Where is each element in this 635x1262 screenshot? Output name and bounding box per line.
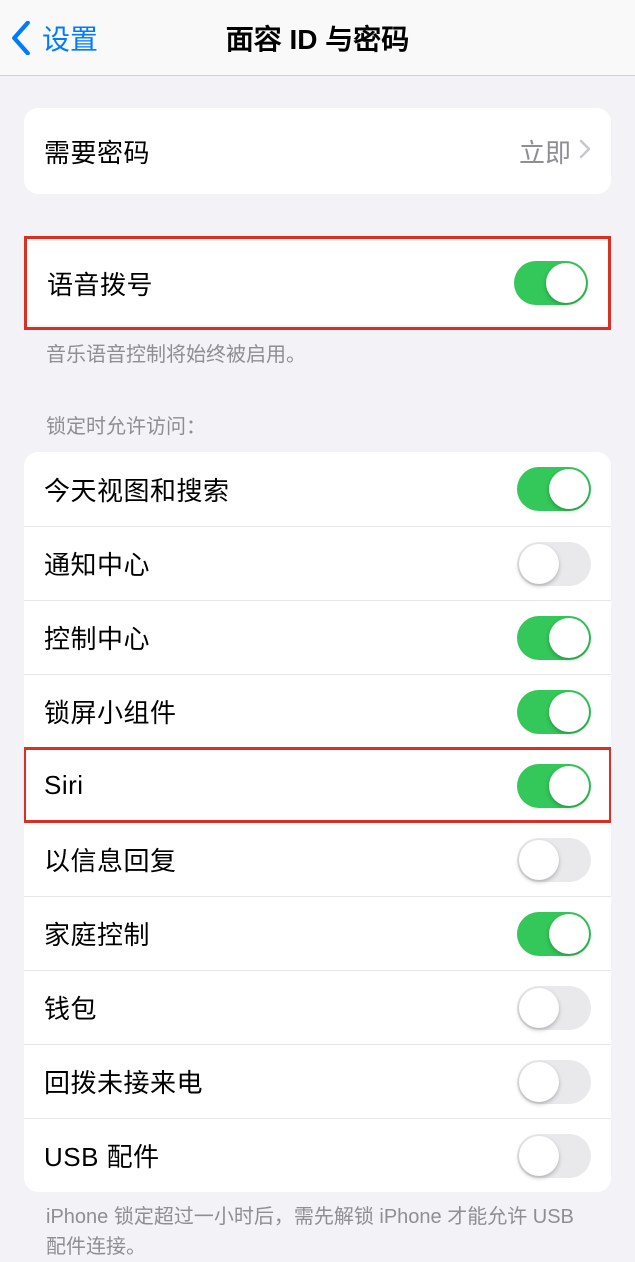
row-locked-access-4: Siri (24, 748, 611, 822)
row-locked-access-6: 家庭控制 (24, 896, 611, 970)
row-locked-access-3: 锁屏小组件 (24, 674, 611, 748)
section-voice-dial: 语音拨号 音乐语音控制将始终被启用。 (24, 236, 611, 370)
locked-access-label: 控制中心 (44, 619, 150, 656)
row-locked-access-5: 以信息回复 (24, 822, 611, 896)
locked-access-toggle[interactable] (517, 542, 591, 586)
voice-dial-footer: 音乐语音控制将始终被启用。 (24, 330, 611, 370)
locked-access-header: 锁定时允许访问： (24, 412, 611, 452)
locked-access-label: 以信息回复 (44, 841, 177, 878)
chevron-left-icon (10, 21, 32, 55)
locked-access-label: 钱包 (44, 989, 97, 1026)
locked-access-label: 通知中心 (44, 545, 150, 582)
locked-access-footer: iPhone 锁定超过一小时后，需先解锁 iPhone 才能允许 USB 配件连… (24, 1192, 611, 1262)
section-passcode: 需要密码 立即 (24, 108, 611, 194)
locked-access-toggle[interactable] (517, 616, 591, 660)
locked-access-label: 锁屏小组件 (44, 693, 177, 730)
voice-dial-toggle[interactable] (514, 261, 588, 305)
row-locked-access-2: 控制中心 (24, 600, 611, 674)
locked-access-toggle[interactable] (517, 986, 591, 1030)
locked-access-toggle[interactable] (517, 467, 591, 511)
chevron-right-icon (579, 136, 591, 167)
highlight-voice-dial: 语音拨号 (24, 236, 611, 330)
row-locked-access-8: 回拨未接来电 (24, 1044, 611, 1118)
group-passcode: 需要密码 立即 (24, 108, 611, 194)
group-voice-dial: 语音拨号 (27, 241, 608, 325)
require-passcode-value: 立即 (519, 133, 571, 170)
row-locked-access-0: 今天视图和搜索 (24, 452, 611, 526)
group-locked-access: 今天视图和搜索通知中心控制中心锁屏小组件 Siri 以信息回复家庭控制钱包回拨未接来… (24, 452, 611, 1192)
nav-bar: 设置 面容 ID 与密码 (0, 0, 635, 76)
voice-dial-label: 语音拨号 (47, 265, 153, 302)
locked-access-label: USB 配件 (44, 1137, 160, 1174)
back-label: 设置 (42, 18, 98, 58)
row-voice-dial: 语音拨号 (27, 241, 608, 325)
locked-access-toggle[interactable] (517, 838, 591, 882)
section-locked-access: 锁定时允许访问： 今天视图和搜索通知中心控制中心锁屏小组件 Siri 以信息回复家庭… (24, 412, 611, 1262)
row-locked-access-7: 钱包 (24, 970, 611, 1044)
locked-access-label: Siri (44, 770, 84, 801)
row-locked-access-1: 通知中心 (24, 526, 611, 600)
row-require-passcode[interactable]: 需要密码 立即 (24, 108, 611, 194)
locked-access-toggle[interactable] (517, 1060, 591, 1104)
back-button[interactable]: 设置 (0, 18, 98, 58)
locked-access-label: 家庭控制 (44, 915, 150, 952)
locked-access-label: 回拨未接来电 (44, 1063, 203, 1100)
locked-access-toggle[interactable] (517, 1134, 591, 1178)
row-locked-access-9: USB 配件 (24, 1118, 611, 1192)
locked-access-label: 今天视图和搜索 (44, 471, 230, 508)
locked-access-toggle[interactable] (517, 912, 591, 956)
require-passcode-label: 需要密码 (44, 133, 150, 170)
locked-access-toggle[interactable] (517, 690, 591, 734)
locked-access-toggle[interactable] (517, 764, 591, 808)
